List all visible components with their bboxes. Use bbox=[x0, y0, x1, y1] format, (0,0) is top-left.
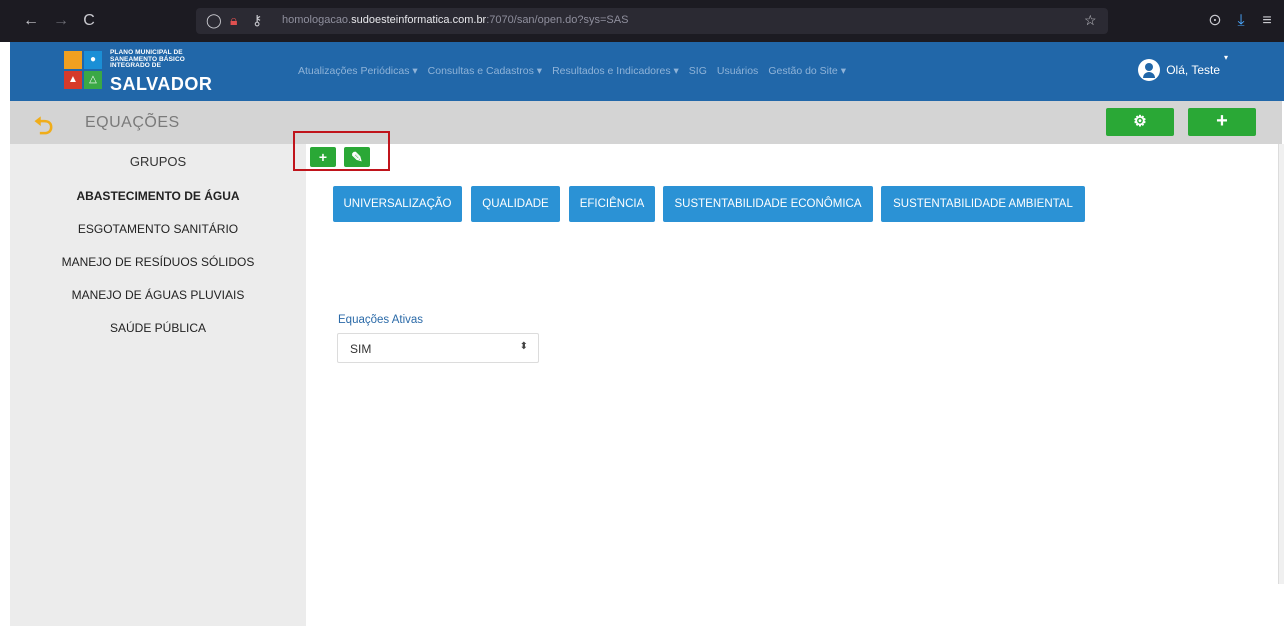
highlight-annotation bbox=[293, 131, 390, 171]
sidebar-item-abastecimento[interactable]: ABASTECIMENTO DE ÁGUA bbox=[10, 189, 306, 203]
user-menu[interactable]: Olá, Teste ▾ bbox=[1138, 53, 1228, 81]
groups-sidebar: GRUPOS ABASTECIMENTO DE ÁGUA ESGOTAMENTO… bbox=[10, 144, 306, 626]
menu-item-sig[interactable]: SIG bbox=[689, 65, 707, 77]
add-button[interactable]: + bbox=[1188, 108, 1256, 136]
app-header: ● ▲ △ PLANO MUNICIPAL DE SANEAMENTO BÁSI… bbox=[10, 42, 1284, 101]
menu-item-gestao[interactable]: Gestão do Site ▾ bbox=[768, 65, 846, 77]
back-arrow-icon[interactable]: ← bbox=[20, 10, 42, 32]
sidebar-heading: GRUPOS bbox=[129, 154, 187, 169]
menu-item-consultas[interactable]: Consultas e Cadastros ▾ bbox=[428, 65, 542, 77]
download-icon[interactable]: ⤓ bbox=[1230, 10, 1252, 32]
select-value: SIM bbox=[350, 342, 372, 356]
tab-universalizacao[interactable]: UNIVERSALIZAÇÃO bbox=[333, 186, 462, 222]
sidebar-item-saude[interactable]: SAÚDE PÚBLICA bbox=[10, 321, 306, 335]
app-menu-icon[interactable]: ≡ bbox=[1256, 10, 1278, 32]
menu-item-usuarios[interactable]: Usuários bbox=[717, 65, 758, 77]
logo-mark: ● ▲ △ bbox=[64, 51, 104, 91]
menu-item-resultados[interactable]: Resultados e Indicadores ▾ bbox=[552, 65, 679, 77]
edit-equation-button[interactable]: ✎ bbox=[344, 147, 370, 167]
user-avatar-icon bbox=[1138, 59, 1161, 81]
tab-eficiencia[interactable]: EFICIÊNCIA bbox=[569, 186, 655, 222]
url-text: homologacao.sudoesteinformatica.com.br:7… bbox=[282, 14, 629, 26]
logo-title: SALVADOR bbox=[110, 74, 213, 94]
salvador-logo[interactable]: ● ▲ △ PLANO MUNICIPAL DE SANEAMENTO BÁSI… bbox=[62, 48, 222, 96]
page-title-bar: ⮌ EQUAÇÕES ⚙ + bbox=[10, 101, 1282, 144]
select-arrows-icon: ⬍ bbox=[519, 341, 528, 352]
add-equation-button[interactable]: + bbox=[310, 147, 336, 167]
page-scrollbar[interactable] bbox=[1278, 144, 1284, 584]
pocket-icon[interactable]: ⊙ bbox=[1204, 10, 1226, 32]
browser-toolbar: ← → C ◯ 🔒︎ ⚷ homologacao.sudoesteinforma… bbox=[0, 0, 1284, 42]
forward-arrow-icon[interactable]: → bbox=[50, 10, 72, 32]
lock-icon: 🔒︎ bbox=[230, 12, 238, 28]
menu-item-atualizacoes[interactable]: Atualizações Periódicas ▾ bbox=[298, 65, 418, 77]
address-bar[interactable]: ◯ 🔒︎ ⚷ homologacao.sudoesteinformatica.c… bbox=[196, 8, 1108, 34]
tab-qualidade[interactable]: QUALIDADE bbox=[471, 186, 560, 222]
shield-icon: ◯ bbox=[206, 12, 222, 28]
caret-down-icon: ▾ bbox=[1223, 53, 1228, 62]
sidebar-item-esgotamento[interactable]: ESGOTAMENTO SANITÁRIO bbox=[10, 222, 306, 236]
tab-sustentabilidade-economica[interactable]: SUSTENTABILIDADE ECONÔMICA bbox=[663, 186, 873, 222]
active-equations-label: Equações Ativas bbox=[338, 314, 424, 326]
main-menu: Atualizações Periódicas ▾ Consultas e Ca… bbox=[298, 65, 846, 77]
sidebar-item-pluviais[interactable]: MANEJO DE ÁGUAS PLUVIAIS bbox=[10, 288, 306, 302]
user-greeting: Olá, Teste bbox=[1166, 63, 1220, 77]
logo-subtitle: PLANO MUNICIPAL DE SANEAMENTO BÁSICO INT… bbox=[110, 49, 185, 69]
sidebar-item-residuos[interactable]: MANEJO DE RESÍDUOS SÓLIDOS bbox=[10, 255, 306, 269]
tab-sustentabilidade-ambiental[interactable]: SUSTENTABILIDADE AMBIENTAL bbox=[881, 186, 1085, 222]
active-equations-select[interactable]: SIM ⬍ bbox=[337, 333, 539, 363]
reload-icon[interactable]: C bbox=[78, 10, 100, 32]
bookmark-star-icon[interactable]: ☆ bbox=[1084, 12, 1097, 29]
settings-button[interactable]: ⚙ bbox=[1106, 108, 1174, 136]
page-title: EQUAÇÕES bbox=[85, 114, 180, 131]
key-icon: ⚷ bbox=[252, 12, 263, 28]
